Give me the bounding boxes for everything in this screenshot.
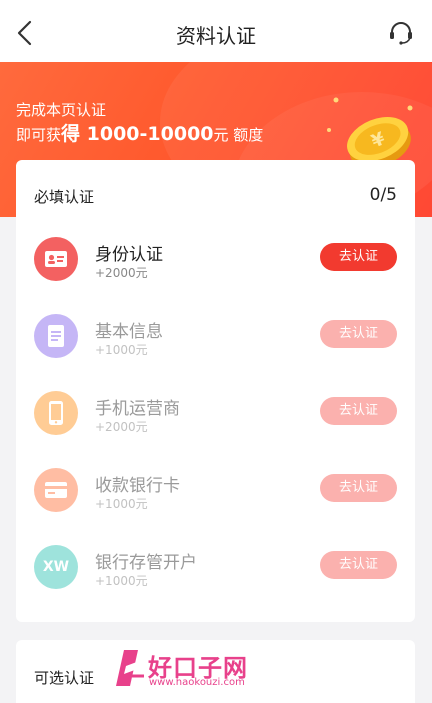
verify-button-bank-depository[interactable]: 去认证 (320, 551, 397, 579)
customer-service-icon[interactable] (388, 20, 414, 46)
optional-auth-title: 可选认证 (34, 669, 95, 687)
auth-item-amount: +1000元 (95, 497, 148, 511)
auth-item-label: 手机运营商 (95, 399, 180, 419)
auth-item-amount: +2000元 (95, 266, 148, 280)
banner-line-1: 完成本页认证 (16, 101, 107, 119)
page-title: 资料认证 (176, 24, 256, 48)
auth-item-label: 身份认证 (95, 245, 163, 265)
id-card-icon (34, 237, 78, 281)
auth-item-amount: +1000元 (95, 574, 148, 588)
required-auth-card: 必填认证 0/5 身份认证 +2000元 去认证 基本信息 +1000元 去认证… (16, 160, 415, 622)
verify-button-bank-card[interactable]: 去认证 (320, 474, 397, 502)
auth-item-label: 收款银行卡 (95, 476, 180, 496)
auth-item-amount: +2000元 (95, 420, 148, 434)
top-bar: 资料认证 (0, 0, 432, 62)
auth-item-bank-card: 收款银行卡 +1000元 去认证 (16, 468, 415, 528)
auth-item-label: 银行存管开户 (95, 553, 197, 573)
xw-bank-icon: XW (34, 545, 78, 589)
auth-item-amount: +1000元 (95, 343, 148, 357)
required-auth-progress: 0/5 (369, 185, 397, 205)
watermark-logo-icon (116, 650, 144, 686)
auth-item-carrier: 手机运营商 +2000元 去认证 (16, 391, 415, 451)
verify-button-identity[interactable]: 去认证 (320, 243, 397, 271)
bank-card-icon (34, 468, 78, 512)
auth-item-bank-depository: XW 银行存管开户 +1000元 去认证 (16, 545, 415, 605)
required-auth-title: 必填认证 (34, 188, 95, 206)
verify-button-basic-info[interactable]: 去认证 (320, 320, 397, 348)
watermark: 好口子网 www.haokouzi.com (112, 646, 262, 694)
document-icon (34, 314, 78, 358)
auth-item-identity: 身份认证 +2000元 去认证 (16, 237, 415, 297)
mobile-phone-icon (34, 391, 78, 435)
auth-item-label: 基本信息 (95, 322, 163, 342)
watermark-url: www.haokouzi.com (149, 677, 245, 688)
auth-item-basic-info: 基本信息 +1000元 去认证 (16, 314, 415, 374)
banner-line-2: 即可获得 1000-10000元 额度 (16, 123, 264, 145)
verify-button-carrier[interactable]: 去认证 (320, 397, 397, 425)
